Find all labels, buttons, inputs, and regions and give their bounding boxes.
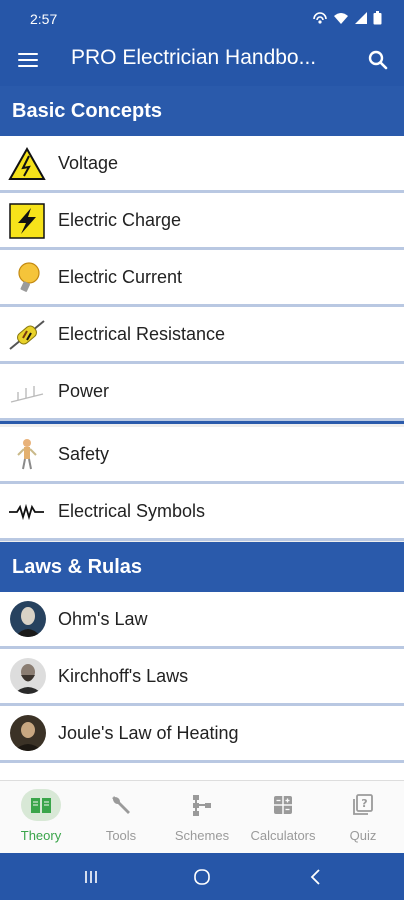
- light-bulb-icon: [18, 262, 40, 292]
- list-item-ohms-law[interactable]: Ohm's Law: [0, 592, 404, 649]
- home-icon[interactable]: [192, 867, 212, 887]
- list-item-label: Voltage: [58, 153, 119, 173]
- ohm-portrait: [10, 601, 46, 637]
- status-icons: [312, 10, 382, 26]
- nav-label: Schemes: [174, 828, 230, 843]
- list-item-electric-current[interactable]: Electric Current: [0, 250, 404, 307]
- nav-label: Tools: [105, 828, 137, 843]
- list-item-electric-charge[interactable]: Electric Charge: [0, 193, 404, 250]
- joule-portrait: [10, 715, 46, 751]
- status-bar: 2:57: [0, 0, 404, 36]
- section-header-basic-concepts: Basic Concepts: [0, 86, 404, 136]
- nav-label: Calculators: [250, 828, 316, 843]
- back-icon[interactable]: [306, 867, 326, 887]
- list-item-voltage[interactable]: Voltage: [0, 136, 404, 193]
- power-icon: [10, 386, 44, 403]
- list-item-label: Safety: [58, 444, 110, 464]
- nav-tab-tools[interactable]: Tools: [81, 781, 161, 854]
- list-item-joules-law[interactable]: Joule's Law of Heating: [0, 706, 404, 763]
- system-navigation-bar: [0, 853, 404, 900]
- resistor-icon: [9, 320, 45, 350]
- book-icon: [31, 798, 51, 813]
- list-item-label: Kirchhoff's Laws: [58, 666, 189, 686]
- kirchhoff-portrait: [10, 658, 46, 694]
- list-item-label: Power: [58, 381, 110, 401]
- wifi-icon: [334, 13, 348, 24]
- hamburger-menu-icon: [18, 53, 38, 55]
- voltage-warning-icon: [8, 146, 46, 180]
- bottom-navigation: Theory Tools Schemes Calculators ? Quiz: [0, 780, 404, 854]
- nav-label: Quiz: [349, 828, 377, 843]
- nav-tab-quiz[interactable]: ? Quiz: [323, 781, 403, 854]
- section-header-laws: Laws & Rulas: [0, 542, 404, 592]
- nav-tab-theory[interactable]: Theory: [1, 781, 81, 854]
- list-item-label: Electric Current: [58, 267, 183, 287]
- list-item-safety[interactable]: Safety: [0, 427, 404, 484]
- section-title: Basic Concepts: [12, 100, 163, 122]
- menu-button[interactable]: [18, 50, 40, 70]
- list-item-kirchhoffs-laws[interactable]: Kirchhoff's Laws: [0, 649, 404, 706]
- status-time: 2:57: [30, 11, 58, 27]
- nav-active-indicator: [21, 789, 61, 821]
- signal-icon: [355, 12, 367, 24]
- svg-text:?: ?: [361, 797, 367, 810]
- recent-apps-icon[interactable]: [81, 867, 101, 887]
- quiz-icon: ?: [353, 794, 373, 815]
- search-icon[interactable]: [366, 48, 390, 72]
- app-title: PRO Electrician Handbo...: [71, 46, 317, 69]
- list-item-electrical-symbols[interactable]: Electrical Symbols: [0, 484, 404, 541]
- list-item-label: Electrical Symbols: [58, 501, 206, 521]
- list-item-label: Ohm's Law: [58, 609, 148, 629]
- list-item-power[interactable]: Power: [0, 364, 404, 421]
- hotspot-icon: [313, 12, 327, 24]
- list-item-label: Electric Charge: [58, 210, 182, 230]
- section-title: Laws & Rulas: [12, 556, 143, 578]
- nav-label: Theory: [20, 828, 62, 843]
- nav-tab-schemes[interactable]: Schemes: [162, 781, 242, 854]
- schematic-icon: [193, 795, 211, 816]
- app-bar: PRO Electrician Handbo...: [0, 36, 404, 86]
- list-item-label: Electrical Resistance: [58, 324, 226, 344]
- nav-tab-calculators[interactable]: Calculators: [243, 781, 323, 854]
- wrench-icon: [112, 796, 130, 814]
- resistor-symbol-icon: [9, 503, 44, 521]
- group-divider: [0, 421, 404, 424]
- list-item-electrical-resistance[interactable]: Electrical Resistance: [0, 307, 404, 364]
- list-item-label: Joule's Law of Heating: [58, 723, 239, 743]
- calculator-icon: [274, 796, 292, 814]
- electrician-figure-icon: [17, 439, 37, 470]
- list-item-partial[interactable]: [0, 763, 404, 780]
- lightning-bolt-icon: [9, 203, 45, 239]
- battery-icon: [373, 11, 382, 25]
